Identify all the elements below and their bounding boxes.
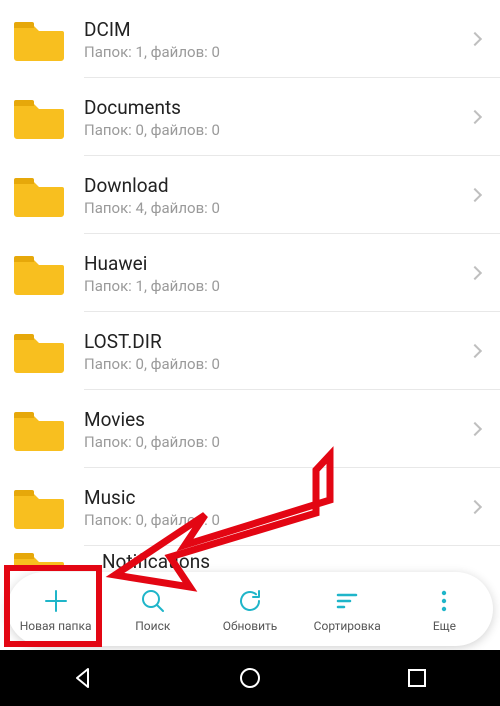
- tool-label: Новая папка: [20, 619, 92, 633]
- folder-name: Download: [84, 174, 470, 197]
- android-navbar: [0, 650, 500, 706]
- folder-text: Download Папок: 4, файлов: 0: [84, 174, 470, 217]
- new-folder-button[interactable]: Новая папка: [7, 572, 104, 646]
- folder-row[interactable]: DCIM Папок: 1, файлов: 0: [0, 0, 500, 78]
- refresh-icon: [235, 586, 265, 616]
- folder-name: Documents: [84, 96, 470, 119]
- tool-label: Обновить: [223, 619, 278, 633]
- folder-text: Huawei Папок: 1, файлов: 0: [84, 252, 470, 295]
- chevron-right-icon: [468, 422, 482, 436]
- folder-row[interactable]: Download Папок: 4, файлов: 0: [0, 156, 500, 234]
- folder-text: LOST.DIR Папок: 0, файлов: 0: [84, 330, 470, 373]
- sort-button[interactable]: Сортировка: [299, 572, 396, 646]
- folder-sub: Папок: 0, файлов: 0: [84, 511, 470, 529]
- folder-name: Movies: [84, 408, 470, 431]
- more-button[interactable]: Еще: [396, 572, 493, 646]
- folder-row[interactable]: LOST.DIR Папок: 0, файлов: 0: [0, 312, 500, 390]
- folder-sub: Папок: 0, файлов: 0: [84, 433, 470, 451]
- folder-text: DCIM Папок: 1, файлов: 0: [84, 18, 470, 61]
- folder-text: Documents Папок: 0, файлов: 0: [84, 96, 470, 139]
- folder-icon: [12, 480, 66, 534]
- folder-row[interactable]: Documents Папок: 0, файлов: 0: [0, 78, 500, 156]
- nav-back-button[interactable]: [70, 665, 96, 691]
- toolbar-wrap: Новая папка Поиск Обновить Сортировка Ещ: [0, 568, 500, 650]
- folder-icon: [12, 402, 66, 456]
- folder-sub: Папок: 0, файлов: 0: [84, 121, 470, 139]
- refresh-button[interactable]: Обновить: [201, 572, 298, 646]
- folder-sub: Папок: 4, файлов: 0: [84, 199, 470, 217]
- chevron-right-icon: [468, 344, 482, 358]
- folder-list: DCIM Папок: 1, файлов: 0 Documents Папок…: [0, 0, 500, 546]
- chevron-right-icon: [468, 32, 482, 46]
- search-icon: [138, 586, 168, 616]
- search-button[interactable]: Поиск: [104, 572, 201, 646]
- folder-name: Music: [84, 486, 470, 509]
- chevron-right-icon: [468, 500, 482, 514]
- sort-icon: [332, 586, 362, 616]
- chevron-right-icon: [468, 266, 482, 280]
- folder-row[interactable]: Movies Папок: 0, файлов: 0: [0, 390, 500, 468]
- tool-label: Поиск: [135, 619, 170, 633]
- chevron-right-icon: [468, 110, 482, 124]
- folder-text: Music Папок: 0, файлов: 0: [84, 486, 470, 529]
- folder-text: Movies Папок: 0, файлов: 0: [84, 408, 470, 451]
- folder-row[interactable]: Music Папок: 0, файлов: 0: [0, 468, 500, 546]
- bottom-toolbar: Новая папка Поиск Обновить Сортировка Ещ: [7, 572, 493, 646]
- more-icon: [429, 586, 459, 616]
- folder-name: DCIM: [84, 18, 470, 41]
- chevron-right-icon: [468, 188, 482, 202]
- tool-label: Сортировка: [314, 619, 381, 633]
- folder-icon: [12, 12, 66, 66]
- folder-sub: Папок: 0, файлов: 0: [84, 355, 470, 373]
- folder-icon: [12, 90, 66, 144]
- folder-icon: [12, 168, 66, 222]
- folder-icon: [12, 246, 66, 300]
- tool-label: Еще: [433, 619, 456, 633]
- folder-icon: [12, 324, 66, 378]
- folder-name: LOST.DIR: [84, 330, 470, 353]
- nav-recent-button[interactable]: [404, 665, 430, 691]
- folder-name: Huawei: [84, 252, 470, 275]
- folder-sub: Папок: 1, файлов: 0: [84, 277, 470, 295]
- plus-icon: [41, 586, 71, 616]
- folder-sub: Папок: 1, файлов: 0: [84, 43, 470, 61]
- nav-home-button[interactable]: [237, 665, 263, 691]
- folder-row[interactable]: Huawei Папок: 1, файлов: 0: [0, 234, 500, 312]
